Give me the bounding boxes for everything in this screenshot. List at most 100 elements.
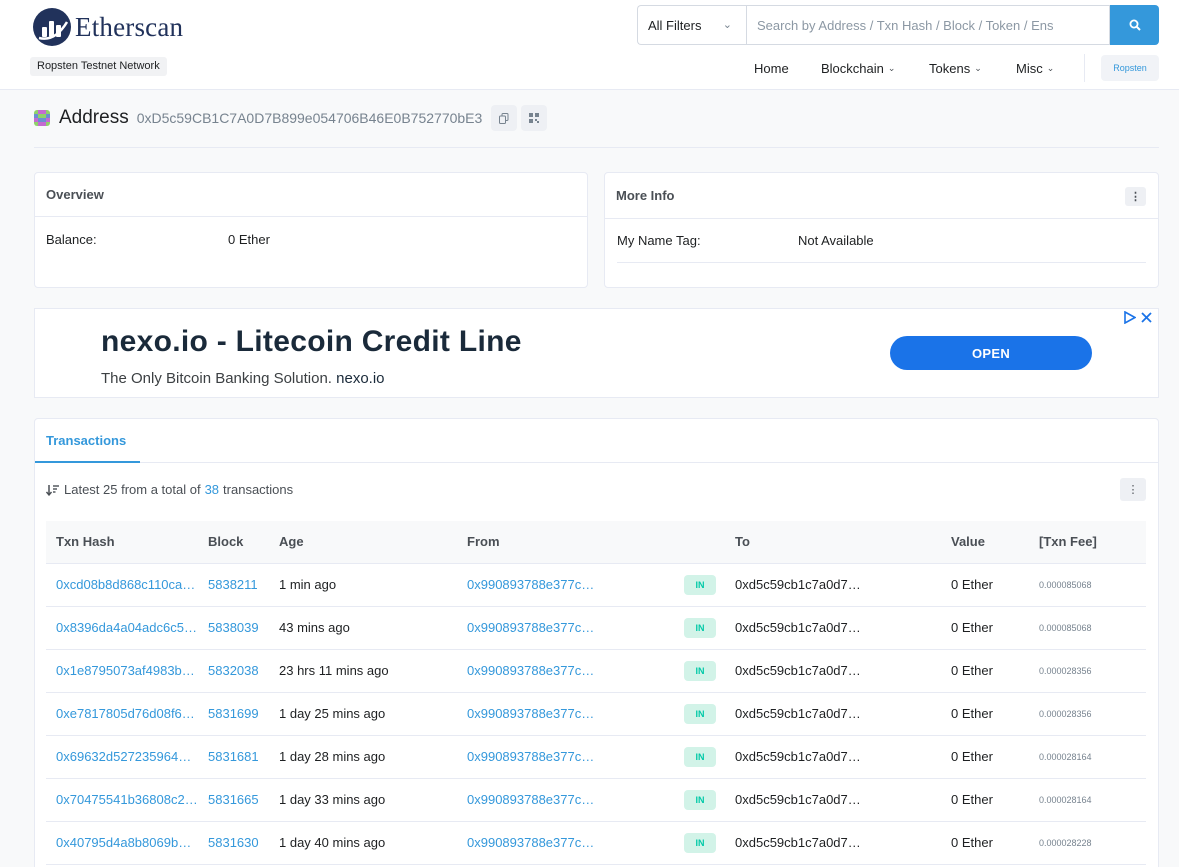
chevron-down-icon: ⌄ [974,62,982,73]
txn-hash-link[interactable]: 0x69632d5272359648c72e1 [46,735,198,779]
nav-divider [1084,54,1085,82]
txn-age: 1 day 40 mins ago [269,821,457,865]
block-link[interactable]: 5838039 [198,606,269,650]
from-address-link[interactable]: 0x990893788e377c9ae5da0c [457,821,596,865]
nav-home-label: Home [754,60,789,76]
txn-fee: 0.000028356 [1029,692,1146,736]
direction-badge: IN [684,832,716,853]
network-switch-button[interactable]: Ropsten [1101,55,1159,81]
column-header: Age [269,521,457,564]
summary-prefix: Latest 25 from a total of [64,482,201,497]
ad-banner[interactable]: nexo.io - Litecoin Credit Line The Only … [34,308,1159,398]
name-tag-row: My Name Tag: Not Available [617,219,1146,263]
search-input[interactable] [746,5,1110,45]
overview-title: Overview [35,173,587,217]
txn-age: 1 min ago [269,563,457,607]
direction-cell: IN [596,821,725,865]
search-filter-select[interactable]: All Filters ⌄ [637,5,746,45]
block-link[interactable]: 5831681 [198,735,269,779]
column-header [596,521,725,564]
etherscan-logo[interactable]: Etherscan [33,8,183,46]
txn-value: 0 Ether [941,778,1029,822]
copy-address-button[interactable] [491,105,518,131]
total-transactions-link[interactable]: 38 [205,482,219,497]
table-row: 0xe7817805d76d08f6c1b0a58316991 day 25 m… [46,692,1146,736]
from-address-link[interactable]: 0x990893788e377c9ae5da0c [457,649,596,693]
more-options-button[interactable]: ⋮ [1125,187,1146,206]
transactions-table-body: 0xcd08b8d868c110ca0a3a44d58382111 min ag… [46,563,1146,865]
block-link[interactable]: 5831665 [198,778,269,822]
block-link[interactable]: 5831699 [198,692,269,736]
txn-age: 1 day 25 mins ago [269,692,457,736]
direction-cell: IN [596,778,725,822]
direction-cell: IN [596,649,725,693]
from-address-link[interactable]: 0x990893788e377c9ae5da0c [457,563,596,607]
ad-choices-icon[interactable] [1123,311,1136,324]
address-identicon [34,110,50,126]
txn-value: 0 Ether [941,649,1029,693]
nav-tokens-label: Tokens [929,60,971,76]
nav-home[interactable]: Home [754,59,789,77]
ad-controls [1123,311,1153,324]
chevron-down-icon: ⌄ [722,19,732,31]
txn-value: 0 Ether [941,692,1029,736]
direction-badge: IN [684,789,716,810]
table-row: 0x69632d5272359648c72e158316811 day 28 m… [46,735,1146,779]
nav-misc[interactable]: Misc ⌄ [1016,59,1054,77]
address-label: Address [59,107,129,128]
transactions-options-button[interactable]: ⋮ [1120,478,1146,501]
txn-value: 0 Ether [941,821,1029,865]
to-address: 0xd5c59cb1c7a0d7b899e05 [725,735,941,779]
txn-hash-link[interactable]: 0x40795d4a8b8069b5ad1f6 [46,821,198,865]
copy-icon [499,112,509,124]
logo-icon [33,8,71,46]
txn-age: 1 day 33 mins ago [269,778,457,822]
direction-badge: IN [684,660,716,681]
direction-cell: IN [596,606,725,650]
qr-code-button[interactable] [521,105,548,131]
ad-title[interactable]: nexo.io - Litecoin Credit Line [101,325,522,359]
divider [34,147,1159,148]
transactions-table: Txn Hash Block Age From To Value [Txn Fe… [46,521,1146,865]
balance-label: Balance: [46,231,97,247]
nav-tokens[interactable]: Tokens ⌄ [929,59,982,77]
logo-text: Etherscan [75,11,184,42]
direction-cell: IN [596,692,725,736]
txn-hash-link[interactable]: 0x1e8795073af4983b9e5b6c [46,649,198,693]
from-address-link[interactable]: 0x990893788e377c9ae5da0c [457,692,596,736]
txn-hash-link[interactable]: 0xcd08b8d868c110ca0a3a44d [46,563,198,607]
table-header-row: Txn Hash Block Age From To Value [Txn Fe… [46,521,1146,564]
from-address-link[interactable]: 0x990893788e377c9ae5da0c [457,778,596,822]
overview-card: Overview Balance: 0 Ether [34,172,588,288]
ad-open-button[interactable]: OPEN [890,336,1092,370]
tab-strip: Transactions [35,419,1158,463]
direction-badge: IN [684,574,716,595]
block-link[interactable]: 5832038 [198,649,269,693]
kebab-icon: ⋮ [1127,484,1139,496]
tab-transactions[interactable]: Transactions [35,419,140,463]
to-address: 0xd5c59cb1c7a0d7b899e05 [725,649,941,693]
txn-hash-link[interactable]: 0x70475541b36808c2a9f44 [46,778,198,822]
txn-hash-link[interactable]: 0xe7817805d76d08f6c1b0a [46,692,198,736]
transactions-summary: Latest 25 from a total of 38 transaction… [46,482,293,497]
block-link[interactable]: 5831630 [198,821,269,865]
name-tag-label: My Name Tag: [617,233,701,248]
close-icon[interactable] [1140,311,1153,324]
from-address-link[interactable]: 0x990893788e377c9ae5da0c [457,606,596,650]
from-address-link[interactable]: 0x990893788e377c9ae5da0c [457,735,596,779]
transactions-panel: Transactions Latest 25 from a total of 3… [34,418,1159,867]
block-link[interactable]: 5838211 [198,563,269,607]
table-row: 0xcd08b8d868c110ca0a3a44d58382111 min ag… [46,563,1146,607]
txn-fee: 0.000085068 [1029,563,1146,607]
table-row: 0x8396da4a04adc6c5ee93fd583803943 mins a… [46,606,1146,650]
sort-icon [46,484,59,496]
column-header: To [725,521,941,564]
ad-subtitle-text: The Only Bitcoin Banking Solution. [101,370,332,387]
more-info-card: More Info ⋮ My Name Tag: Not Available [604,172,1159,288]
txn-value: 0 Ether [941,606,1029,650]
txn-hash-link[interactable]: 0x8396da4a04adc6c5ee93fd [46,606,198,650]
nav-blockchain[interactable]: Blockchain ⌄ [821,59,895,77]
search-button[interactable] [1110,5,1159,45]
nav-blockchain-label: Blockchain [821,60,884,76]
qr-code-icon [529,113,540,123]
